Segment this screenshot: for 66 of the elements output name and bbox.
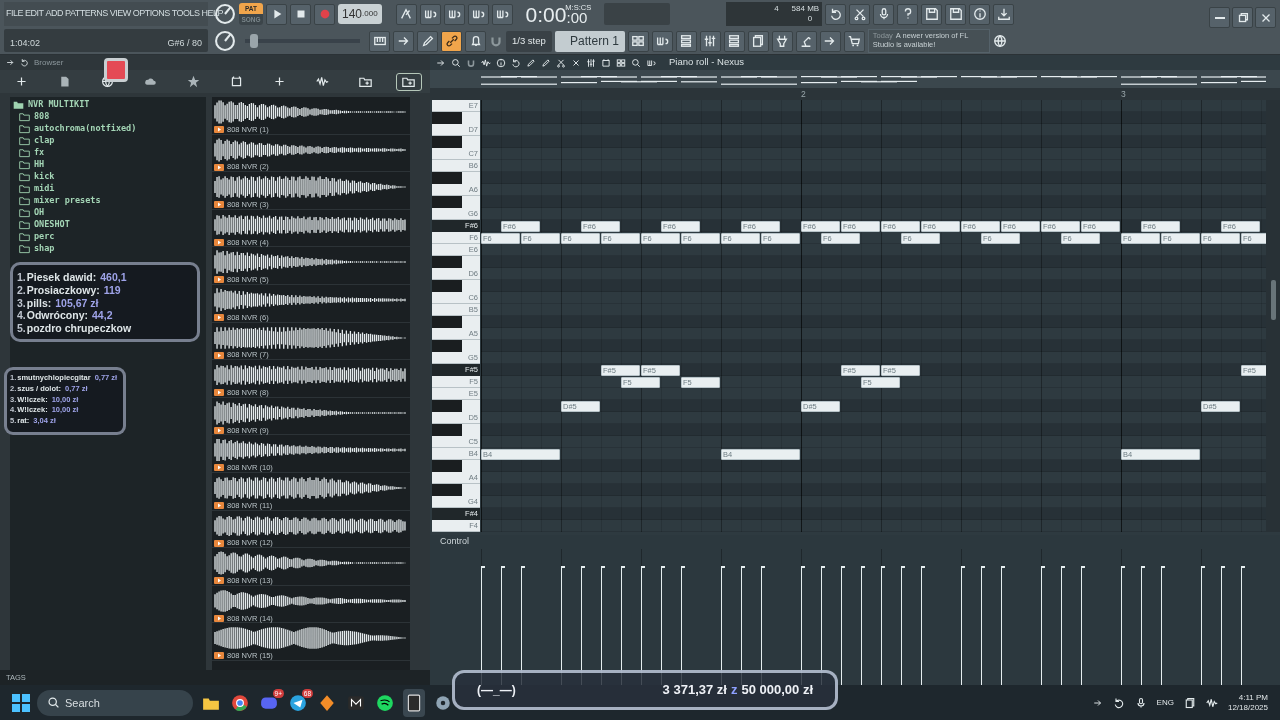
folder-name: kick <box>34 169 55 183</box>
folder-name: fx <box>34 145 45 159</box>
donor-name: Prosiaczkowy: <box>26 283 100 297</box>
tree-item[interactable]: clap <box>13 134 203 146</box>
rank-number: 3. <box>17 296 26 310</box>
donation-amount: 119 <box>103 283 121 297</box>
bar-number: 2 <box>801 88 806 100</box>
tree-item[interactable]: perc <box>13 230 203 242</box>
song-position: 1:04:02 <box>10 36 41 50</box>
tree-item[interactable]: autochroma(notfixed) <box>13 122 203 134</box>
donation-amount: 460,1 <box>100 271 127 284</box>
folder-name: clap <box>34 133 55 147</box>
tree-item[interactable]: NVR MULTIKIT <box>13 98 203 110</box>
donor-name: Odwrócony: <box>26 309 89 323</box>
folder-name: shap <box>34 241 55 255</box>
polyphony-count: 0 <box>807 13 813 25</box>
control-label[interactable]: Control <box>440 535 469 549</box>
folder-name: OH <box>34 205 45 219</box>
donor-name: pozdro chrupeczkow <box>26 322 132 335</box>
snap-selector[interactable]: 1/3 step <box>506 30 552 52</box>
browser-title: Browser <box>34 56 64 69</box>
menu-item[interactable]: EDIT <box>25 7 44 21</box>
menu-item[interactable]: PATTERNS <box>65 7 108 21</box>
rank-number: 4. <box>17 309 26 323</box>
folder-name: mixer presets <box>34 193 101 207</box>
folder-name: midi <box>34 181 55 195</box>
folder-name: perc <box>34 229 55 243</box>
menu-item[interactable]: ADD <box>45 7 64 21</box>
tree-item[interactable]: fx <box>13 146 203 158</box>
language-indicator[interactable]: ENG <box>1156 696 1174 709</box>
folder-name: NVR MULTIKIT <box>28 97 90 111</box>
tree-item[interactable]: mixer presets <box>13 194 203 206</box>
emoticon: (—_—) <box>477 682 516 699</box>
tree-item[interactable]: kick <box>13 170 203 182</box>
menu-item[interactable]: VIEW <box>109 7 131 21</box>
menu-item[interactable]: FILE <box>6 7 23 21</box>
donor-name: pills: <box>26 296 52 310</box>
window-title: Piano roll - Nexus <box>669 55 744 70</box>
tree-item[interactable]: HH <box>13 158 203 170</box>
pattern-selector[interactable]: Pattern 1 <box>554 30 625 52</box>
tree-item[interactable]: 808 <box>13 110 203 122</box>
memory-usage: 584 MB <box>791 3 820 15</box>
bar-number: 3 <box>1121 88 1126 100</box>
folder-name: HH <box>34 157 45 171</box>
clock[interactable]: 4:11 PM 12/18/2025 <box>1227 692 1268 713</box>
menu-item[interactable]: OPTIONS <box>132 7 170 21</box>
folder-name: 808 <box>34 109 50 123</box>
voice-count: 4 <box>774 3 779 15</box>
donor-name: Piesek dawid: <box>26 271 97 284</box>
rank-number: 1. <box>17 271 26 284</box>
menu-item[interactable]: TOOLS <box>171 7 200 21</box>
search-field[interactable]: Search <box>37 689 193 716</box>
raised-amount: 3 371,37 zł <box>662 681 727 700</box>
goal-amount: 50 000,00 zł <box>741 681 813 700</box>
tree-item[interactable]: ONESHOT <box>13 218 203 230</box>
tree-item[interactable]: midi <box>13 182 203 194</box>
donation-amount: 44,2 <box>92 309 113 323</box>
donation-amount: 105,67 zł <box>55 296 99 310</box>
note-hint: G#6 / 80 <box>167 36 202 50</box>
folder-name: autochroma(notfixed) <box>34 121 137 135</box>
folder-name: ONESHOT <box>34 217 70 231</box>
tree-item[interactable]: shap <box>13 242 203 254</box>
rank-number: 5. <box>17 322 26 335</box>
rank-number: 2. <box>17 283 26 297</box>
tree-item[interactable]: OH <box>13 206 203 218</box>
separator-mark: z <box>730 681 738 700</box>
